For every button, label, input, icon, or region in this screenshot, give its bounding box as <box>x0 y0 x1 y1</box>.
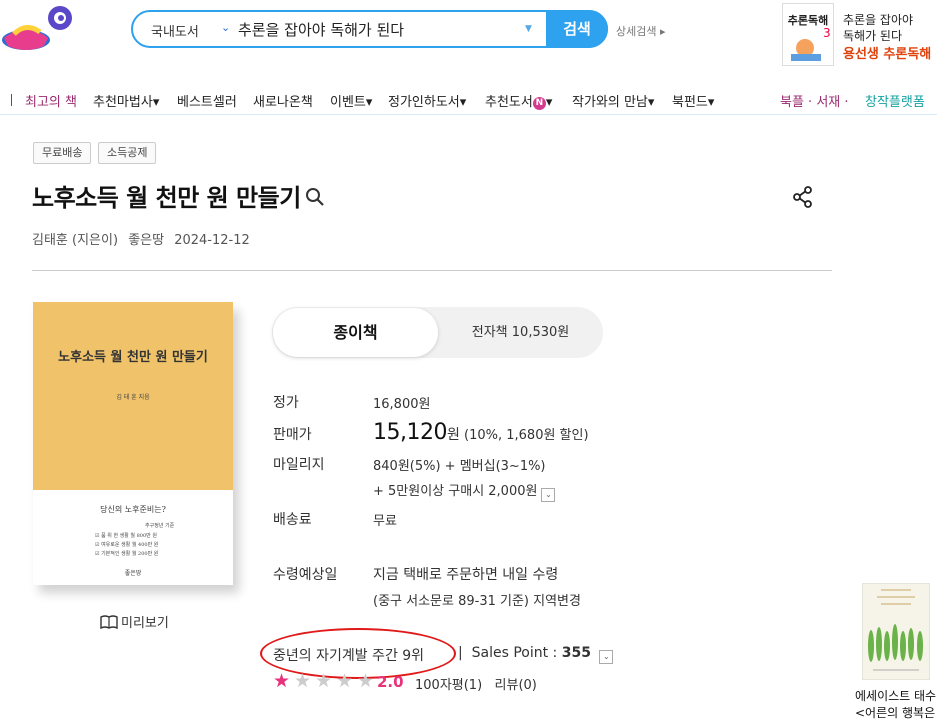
nav-label: 추천마법사 <box>93 95 153 110</box>
search-dropdown-icon[interactable]: ▼ <box>525 24 532 34</box>
nav-item-best-book[interactable]: 최고의 책 <box>25 91 77 110</box>
creative-platform-link[interactable]: 창작플랫폼 <box>865 91 925 110</box>
sale-price-label: 판매가 <box>273 427 312 443</box>
mileage-label: 마일리지 <box>273 457 325 473</box>
ad-text-1: 추론을 잡아야 <box>843 13 914 27</box>
cover-subtitle: 당신의 노후준비는? <box>100 505 166 514</box>
bookple-link[interactable]: 북플 · 서재 · <box>780 91 849 110</box>
advanced-search-link[interactable]: 상세검색 ▸ <box>616 23 666 39</box>
sale-detail: (10%, 1,680원 할인) <box>464 428 589 443</box>
aladin-logo[interactable] <box>0 0 80 65</box>
author-link[interactable]: 김태훈 (지은이) <box>32 233 118 248</box>
new-badge: N <box>532 97 546 110</box>
cover-line: ☑ 여유로운 생활 월 400만 원 <box>95 542 159 548</box>
tab-paper-book[interactable]: 종이책 <box>273 308 438 357</box>
cover-line: ☑ 품 위 한 생활 월 800만 원 <box>95 533 157 539</box>
delivery-location[interactable]: (중구 서소문로 89-31 기준) 지역변경 <box>373 590 581 609</box>
format-tabs: 종이책 전자책 10,530원 <box>272 307 603 358</box>
delivery-info: 지금 택배로 주문하면 내일 수령 <box>373 567 559 583</box>
cover-publisher: 좋은땅 <box>124 570 142 577</box>
search-bar: 국내도서 ⌄ 추론을 잡아야 독해가 된다 ▼ 검색 <box>131 10 608 48</box>
search-button[interactable]: 검색 <box>546 10 608 48</box>
cover-tier-header: 추구정년 기준 <box>145 523 175 529</box>
mileage-extra: + 5만원이상 구매시 2,000원 <box>373 484 538 499</box>
star-icon: ★ <box>294 670 312 692</box>
page-title: 노후소득 월 천만 원 만들기 <box>32 184 301 212</box>
chevron-down-icon[interactable]: ⌄ <box>599 650 614 664</box>
delivery-label: 수령예상일 <box>273 567 338 583</box>
ad-text-3: 용선생 추론독해 <box>843 47 932 62</box>
side-book-title-1[interactable]: 에세이스트 태수 <box>855 687 936 704</box>
cover-title: 노후소득 월 천만 원 만들기 <box>58 350 208 365</box>
nav-label: 이벤트 <box>330 95 366 110</box>
tag-free-shipping: 무료배송 <box>33 142 92 164</box>
nav-item-recommended[interactable]: 추천도서 N ▾ <box>485 91 552 110</box>
cover-top: 노후소득 월 천만 원 만들기 김 태 훈 지음 <box>33 302 233 490</box>
preview-button[interactable]: 미리보기 <box>100 612 169 631</box>
nav-item-events[interactable]: 이벤트▾ <box>330 91 372 110</box>
star-icon: ★ <box>315 670 333 692</box>
nav-item-bestseller[interactable]: 베스트셀러 <box>177 91 237 110</box>
tag-tax-deduction: 소득공제 <box>98 142 157 164</box>
search-category-select[interactable]: 국내도서 <box>151 21 199 40</box>
nav-item-bookfund[interactable]: 북펀드▾ <box>672 91 714 110</box>
nav-item-author-meet[interactable]: 작가와의 만남▾ <box>572 91 654 110</box>
search-icon[interactable] <box>305 187 325 207</box>
sales-point-label: Sales Point : <box>471 645 558 661</box>
sales-point-value: 355 <box>561 645 591 661</box>
sale-price: 15,120 <box>373 420 447 445</box>
shipping-label: 배송료 <box>273 512 312 528</box>
nav-item-price-cut[interactable]: 정가인하도서▾ <box>388 91 466 110</box>
main-nav: 최고의 책 추천마법사▾ 베스트셀러 새로나온책 이벤트▾ 정가인하도서▾ 추천… <box>0 83 937 115</box>
star-icon: ★ <box>336 670 354 692</box>
book-meta: 김태훈 (지은이) 좋은땅 2024-12-12 <box>32 229 256 248</box>
mileage-extra-group: + 5만원이상 구매시 2,000원 ⌄ <box>373 480 556 502</box>
cover-bottom: 당신의 노후준비는? 추구정년 기준 ☑ 품 위 한 생활 월 800만 원 ☑… <box>33 490 233 585</box>
list-price-label: 정가 <box>273 395 299 411</box>
mileage: 840원(5%) + 멤버십(3~1%) <box>373 459 546 474</box>
publish-date: 2024-12-12 <box>174 233 250 248</box>
list-price: 16,800원 <box>373 397 431 412</box>
svg-text:추론독해: 추론독해 <box>788 13 828 27</box>
cover-author: 김 태 훈 지음 <box>116 394 150 401</box>
ad-banner[interactable]: 추론독해 3 추론을 잡아야 독해가 된다 용선생 추론독해 <box>780 2 937 68</box>
book-open-icon <box>100 615 118 630</box>
side-book-cover[interactable] <box>862 583 930 680</box>
sale-unit: 원 <box>446 427 460 443</box>
star-icon: ★ <box>357 670 375 692</box>
advanced-search-label: 상세검색 <box>616 25 657 38</box>
share-icon[interactable] <box>792 186 814 208</box>
nav-item-recommend-wizard[interactable]: 추천마법사▾ <box>93 91 159 110</box>
preview-label: 미리보기 <box>121 616 169 631</box>
nav-label: 작가와의 만남 <box>572 95 648 110</box>
shipping-fee: 무료 <box>373 514 397 529</box>
nav-item-new-books[interactable]: 새로나온책 <box>253 91 313 110</box>
rating-stars: ★ ★ ★ ★ ★ <box>273 672 378 691</box>
book-cover[interactable]: 노후소득 월 천만 원 만들기 김 태 훈 지음 당신의 노후준비는? 추구정년… <box>33 302 233 585</box>
tab-ebook[interactable]: 전자책 10,530원 <box>438 307 603 358</box>
ad-text-2: 독해가 된다 <box>843 29 903 43</box>
nav-divider <box>11 94 12 106</box>
rating-value: 2.0 <box>377 673 404 691</box>
nav-label: 추천도서 <box>485 95 533 110</box>
ad-book-cover: 추론독해 3 <box>782 3 834 66</box>
svg-text:3: 3 <box>823 26 831 40</box>
nav-label: 북펀드 <box>672 95 708 110</box>
star-icon: ★ <box>273 670 291 692</box>
chevron-down-icon[interactable]: ⌄ <box>541 488 556 502</box>
review-links[interactable]: 100자평(1) 리뷰(0) <box>415 674 537 693</box>
nav-label: 정가인하도서 <box>388 95 460 110</box>
sales-point: | Sales Point : 355 ⌄ <box>458 645 614 664</box>
sale-price-group: 15,120원 (10%, 1,680원 할인) <box>373 420 589 445</box>
chevron-down-icon[interactable]: ⌄ <box>221 21 230 34</box>
divider <box>32 270 832 271</box>
cover-line: ☑ 기본적인 생활 월 200만 원 <box>95 551 159 557</box>
search-input[interactable]: 추론을 잡아야 독해가 된다 <box>238 19 404 40</box>
publisher-link[interactable]: 좋은땅 <box>128 233 164 248</box>
side-book-title-2[interactable]: <어른의 행복은 <box>855 704 935 721</box>
